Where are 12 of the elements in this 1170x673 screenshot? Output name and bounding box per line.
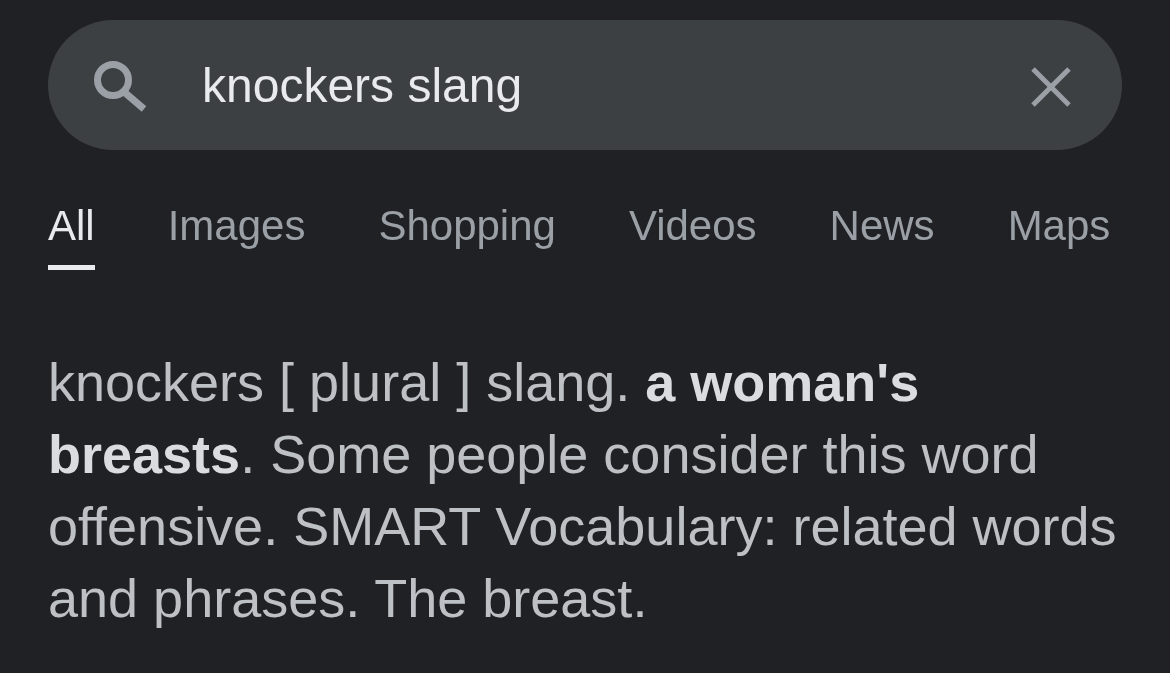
tab[interactable]: Videos	[628, 202, 757, 270]
search-input[interactable]: knockers slang	[202, 54, 990, 116]
definition-text: knockers [ plural ] slang. a woman's breasts. Some people consider this word offensive. SMART Vocabulary: related words and phrases. The breast.	[48, 351, 1118, 630]
close-icon	[1030, 66, 1072, 108]
tab[interactable]: News	[829, 202, 935, 270]
tab[interactable]: Shopping	[378, 202, 556, 270]
clear-button[interactable]	[1030, 66, 1072, 108]
tab[interactable]: Maps	[1007, 202, 1111, 270]
tab[interactable]: All	[48, 202, 95, 270]
tab[interactable]: Images	[167, 202, 306, 270]
search-icon	[93, 60, 147, 112]
search-field[interactable]: knockers slang	[48, 20, 1122, 150]
